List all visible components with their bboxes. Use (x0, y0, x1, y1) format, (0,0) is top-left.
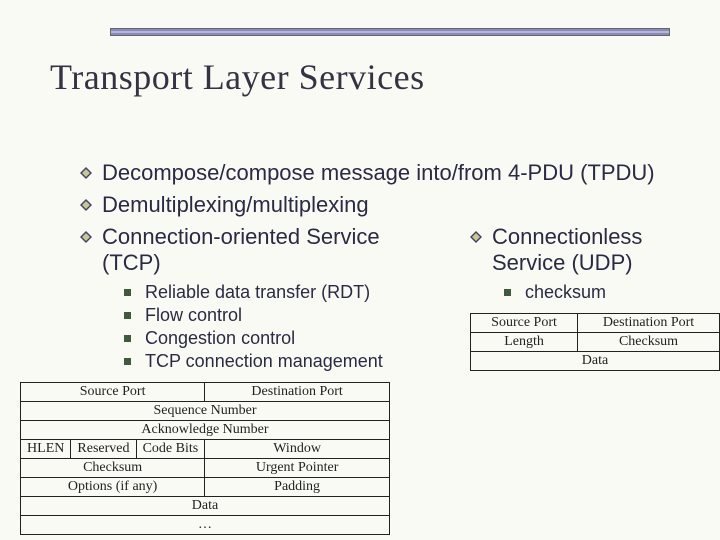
tcp-codebits: Code Bits (136, 440, 205, 459)
bullet-text: Connection-oriented Service (TCP) (102, 224, 442, 276)
tcp-column: Connection-oriented Service (TCP) Reliab… (80, 224, 442, 535)
tcp-data: Data (21, 497, 390, 516)
diamond-icon (80, 167, 92, 179)
udp-dst-port: Destination Port (578, 314, 720, 333)
diamond-icon (470, 231, 482, 243)
bullet-demux: Demultiplexing/multiplexing (80, 192, 700, 218)
square-icon (124, 358, 131, 365)
list-item: Flow control (124, 305, 442, 326)
bullet-udp: Connectionless Service (UDP) (470, 224, 700, 276)
slide-title: Transport Layer Services (50, 56, 425, 98)
decorative-top-stripe (110, 28, 670, 36)
sub-text: Flow control (145, 305, 242, 326)
diamond-icon (80, 199, 92, 211)
udp-data: Data (471, 352, 720, 371)
tcp-window: Window (205, 440, 390, 459)
bullet-tcp: Connection-oriented Service (TCP) (80, 224, 442, 276)
diamond-icon (80, 231, 92, 243)
list-item: Congestion control (124, 328, 442, 349)
sub-text: TCP connection management (145, 351, 383, 372)
square-icon (124, 289, 131, 296)
udp-sub-list: checksum (504, 282, 700, 303)
bullet-text: Connectionless Service (UDP) (492, 224, 700, 276)
tcp-dst-port: Destination Port (205, 383, 390, 402)
tcp-options: Options (if any) (21, 478, 205, 497)
sub-text: checksum (525, 282, 606, 303)
udp-length: Length (471, 333, 578, 352)
sub-text: Congestion control (145, 328, 295, 349)
square-icon (124, 335, 131, 342)
square-icon (124, 312, 131, 319)
tcp-reserved: Reserved (71, 440, 136, 459)
bullet-text: Decompose/compose message into/from 4-PD… (102, 160, 655, 186)
tcp-padding: Padding (205, 478, 390, 497)
tcp-src-port: Source Port (21, 383, 205, 402)
sub-text: Reliable data transfer (RDT) (145, 282, 370, 303)
slide-body: Decompose/compose message into/from 4-PD… (80, 160, 700, 535)
list-item: Reliable data transfer (RDT) (124, 282, 442, 303)
udp-column: Connectionless Service (UDP) checksum So… (470, 224, 700, 371)
tcp-hlen: HLEN (21, 440, 71, 459)
udp-checksum: Checksum (578, 333, 720, 352)
tcp-urgent: Urgent Pointer (205, 459, 390, 478)
list-item: checksum (504, 282, 700, 303)
udp-header-diagram: Source PortDestination Port LengthChecks… (470, 313, 720, 371)
bullet-decompose: Decompose/compose message into/from 4-PD… (80, 160, 700, 186)
list-item: TCP connection management (124, 351, 442, 372)
tcp-seq: Sequence Number (21, 402, 390, 421)
tcp-ack: Acknowledge Number (21, 421, 390, 440)
tcp-checksum: Checksum (21, 459, 205, 478)
tcp-sub-list: Reliable data transfer (RDT) Flow contro… (124, 282, 442, 372)
square-icon (504, 289, 511, 296)
tcp-header-diagram: Source PortDestination Port Sequence Num… (20, 382, 390, 535)
udp-src-port: Source Port (471, 314, 578, 333)
bullet-text: Demultiplexing/multiplexing (102, 192, 369, 218)
tcp-ellipsis: … (21, 516, 390, 535)
